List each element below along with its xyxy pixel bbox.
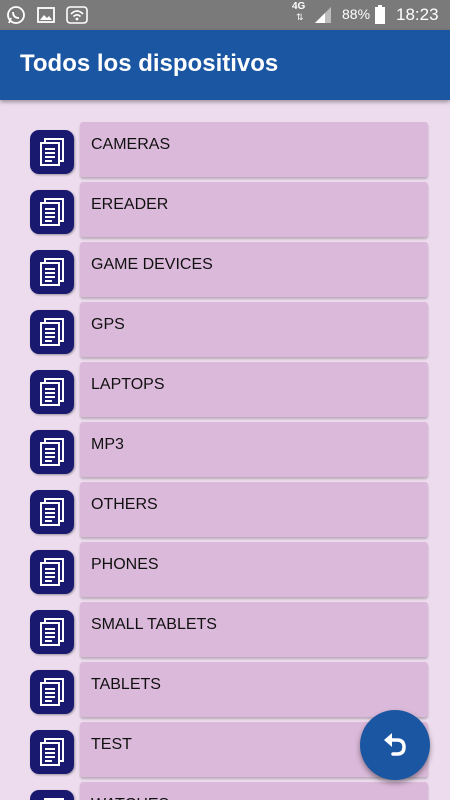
list-item[interactable]: CAMERAS (0, 120, 450, 180)
document-icon[interactable] (30, 130, 74, 174)
whatsapp-icon (6, 5, 26, 25)
document-icon[interactable] (30, 250, 74, 294)
list-item[interactable]: OTHERS (0, 480, 450, 540)
device-category-label: OTHERS (91, 496, 158, 513)
document-icon[interactable] (30, 310, 74, 354)
device-category-button[interactable]: PHONES (80, 542, 428, 597)
device-category-button[interactable]: OTHERS (80, 482, 428, 537)
device-category-button[interactable]: GAME DEVICES (80, 242, 428, 297)
device-category-button[interactable]: LAPTOPS (80, 362, 428, 417)
device-category-label: GPS (91, 316, 125, 333)
device-list[interactable]: CAMERAS EREADER GAME DEVICES GPS LAPTOPS MP3 O… (0, 120, 450, 800)
device-category-button[interactable]: EREADER (80, 182, 428, 237)
document-icon[interactable] (30, 430, 74, 474)
device-category-label: PHONES (91, 556, 159, 573)
list-item[interactable]: LAPTOPS (0, 360, 450, 420)
document-icon[interactable] (30, 730, 74, 774)
list-item[interactable]: WATCHES (0, 780, 450, 800)
signal-icon (313, 5, 333, 25)
list-item[interactable]: PHONES (0, 540, 450, 600)
data-arrows-icon: ⇅ (296, 12, 304, 22)
document-icon[interactable] (30, 790, 74, 800)
device-category-button[interactable]: WATCHES (80, 782, 428, 800)
undo-icon (384, 733, 406, 756)
list-item[interactable]: SMALL TABLETS (0, 600, 450, 660)
document-icon[interactable] (30, 550, 74, 594)
list-item[interactable]: EREADER (0, 180, 450, 240)
list-item[interactable]: MP3 (0, 420, 450, 480)
device-category-label: MP3 (91, 436, 124, 453)
device-category-button[interactable]: SMALL TABLETS (80, 602, 428, 657)
device-category-button[interactable]: GPS (80, 302, 428, 357)
device-category-label: SMALL TABLETS (91, 616, 217, 633)
device-category-label: TABLETS (91, 676, 161, 693)
device-category-label: LAPTOPS (91, 376, 165, 393)
device-category-button[interactable]: MP3 (80, 422, 428, 477)
document-icon[interactable] (30, 670, 74, 714)
document-icon[interactable] (30, 610, 74, 654)
device-category-button[interactable]: TABLETS (80, 662, 428, 717)
list-item[interactable]: GAME DEVICES (0, 240, 450, 300)
document-icon[interactable] (30, 190, 74, 234)
network-type: 4G (292, 1, 306, 12)
clock: 18:23 (396, 5, 439, 24)
device-category-button[interactable]: CAMERAS (80, 122, 428, 177)
document-icon[interactable] (30, 370, 74, 414)
device-category-label: WATCHES (91, 796, 169, 800)
app-bar: Todos los dispositivos (0, 30, 450, 100)
status-bar: 4G ⇅ 88% 18:23 (0, 0, 450, 30)
list-item[interactable]: GPS (0, 300, 450, 360)
device-category-label: TEST (91, 736, 132, 753)
page-title: Todos los dispositivos (20, 50, 279, 77)
back-fab-button[interactable] (360, 710, 430, 780)
battery-icon (374, 5, 394, 25)
image-icon (36, 5, 56, 25)
device-category-label: CAMERAS (91, 136, 171, 153)
device-category-label: EREADER (91, 196, 169, 213)
device-category-label: GAME DEVICES (91, 256, 213, 273)
battery-percent: 88% (342, 6, 371, 22)
document-icon[interactable] (30, 490, 74, 534)
wifi-icon (66, 5, 88, 25)
